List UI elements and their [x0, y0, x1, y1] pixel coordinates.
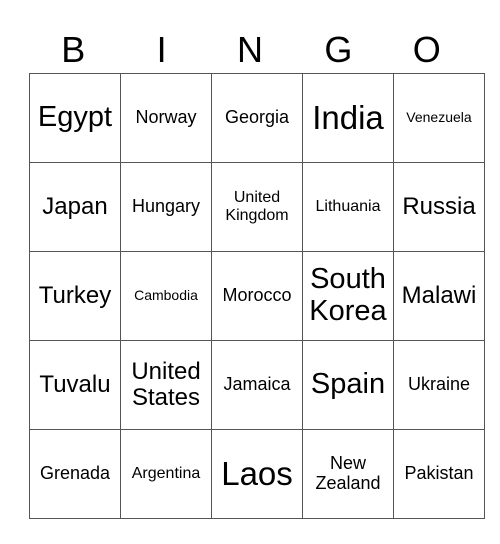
bingo-cell[interactable]: Spain [302, 340, 394, 430]
bingo-cell[interactable]: Egypt [29, 73, 121, 163]
bingo-cell[interactable]: Malawi [393, 251, 485, 341]
bingo-row: Tuvalu United States Jamaica Spain Ukraine [29, 340, 485, 430]
bingo-header: B I N G O [29, 28, 471, 72]
bingo-cell[interactable]: Grenada [29, 429, 121, 519]
bingo-row: Japan Hungary United Kingdom Lithuania Russi… [29, 162, 485, 252]
bingo-row: Egypt Norway Georgia India Venezuela [29, 73, 485, 163]
bingo-cell[interactable]: Jamaica [211, 340, 303, 430]
bingo-cell[interactable]: Lithuania [302, 162, 394, 252]
bingo-cell[interactable]: United Kingdom [211, 162, 303, 252]
bingo-cell[interactable]: Ukraine [393, 340, 485, 430]
bingo-cell[interactable]: Russia [393, 162, 485, 252]
bingo-cell[interactable]: Pakistan [393, 429, 485, 519]
bingo-row: Turkey Cambodia Morocco South Korea Malawi [29, 251, 485, 341]
bingo-cell[interactable]: New Zealand [302, 429, 394, 519]
bingo-cell[interactable]: Hungary [120, 162, 212, 252]
bingo-cell[interactable]: Japan [29, 162, 121, 252]
bingo-cell[interactable]: Cambodia [120, 251, 212, 341]
bingo-cell[interactable]: Tuvalu [29, 340, 121, 430]
header-letter-b: B [61, 29, 86, 70]
bingo-cell[interactable]: Laos [211, 429, 303, 519]
header-letter-i: I [156, 29, 167, 70]
header-letter-o: O [412, 29, 441, 70]
bingo-cell[interactable]: Venezuela [393, 73, 485, 163]
bingo-cell[interactable]: United States [120, 340, 212, 430]
bingo-cell[interactable]: Turkey [29, 251, 121, 341]
bingo-cell[interactable]: Norway [120, 73, 212, 163]
bingo-cell[interactable]: South Korea [302, 251, 394, 341]
bingo-cell[interactable]: Morocco [211, 251, 303, 341]
bingo-cell[interactable]: Argentina [120, 429, 212, 519]
bingo-row: Grenada Argentina Laos New Zealand Pakistan [29, 429, 485, 519]
bingo-cell[interactable]: India [302, 73, 394, 163]
bingo-card: Egypt Norway Georgia India Venezuela Japan Hun… [29, 73, 485, 519]
header-letter-n: N [236, 29, 263, 70]
bingo-cell[interactable]: Georgia [211, 73, 303, 163]
header-letter-g: G [324, 29, 353, 70]
